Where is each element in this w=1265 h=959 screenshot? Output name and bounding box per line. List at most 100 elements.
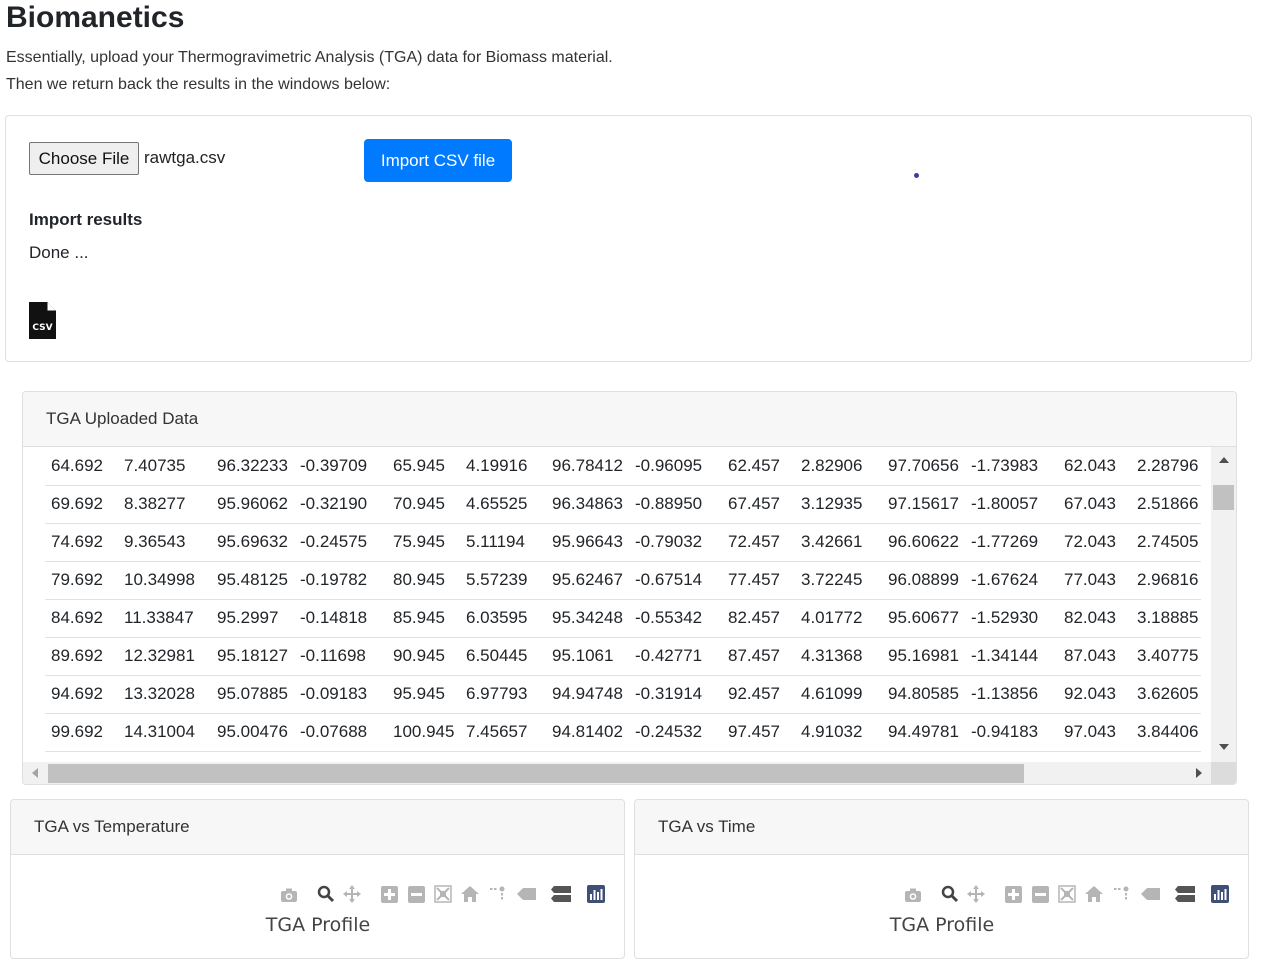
tga-vs-time-card: TGA vs Time TGA Profile xyxy=(634,799,1249,959)
table-cell: -0.24575 xyxy=(294,523,387,562)
hover-closest-icon[interactable] xyxy=(517,887,537,906)
table-cell: -1.13856 xyxy=(965,675,1058,714)
table-cell: -0.14818 xyxy=(294,599,387,638)
horizontal-scrollbar[interactable] xyxy=(23,762,1211,784)
table-cell: 7.40735 xyxy=(118,447,211,486)
table-cell: 72.043 xyxy=(1058,523,1131,562)
table-row: 99.692 14.31004 95.00476 -0.07688 100.945 7.4… xyxy=(45,713,1201,752)
scroll-up-arrow-icon[interactable] xyxy=(1219,457,1229,463)
import-results-heading: Import results xyxy=(29,210,143,229)
table-cell: 3.40775 xyxy=(1131,637,1201,676)
table-row: 69.692 8.38277 95.96062 -0.32190 70.945 4.655… xyxy=(45,485,1201,524)
table-cell: 14.31004 xyxy=(118,713,211,752)
zoom-out-icon[interactable] xyxy=(1032,886,1049,908)
table-cell: 5.57239 xyxy=(460,561,546,600)
table-row: 74.692 9.36543 95.69632 -0.24575 75.945 5.111… xyxy=(45,523,1201,562)
table-cell: 6.97793 xyxy=(460,675,546,714)
table-cell: 8.38277 xyxy=(118,485,211,524)
upload-card: Choose File rawtga.csv Import CSV file I… xyxy=(5,115,1252,362)
table-cell: 82.043 xyxy=(1058,599,1131,638)
camera-icon[interactable] xyxy=(904,887,922,908)
plot-modebar xyxy=(269,885,605,908)
spike-lines-icon[interactable] xyxy=(489,885,507,908)
scroll-right-arrow-icon[interactable] xyxy=(1196,768,1202,778)
table-cell: 95.16981 xyxy=(882,637,965,676)
table-cell: 95.2997 xyxy=(211,599,294,638)
scroll-left-arrow-icon[interactable] xyxy=(32,768,38,778)
table-cell: 79.692 xyxy=(45,561,118,600)
camera-icon[interactable] xyxy=(280,887,298,908)
table-cell: 67.457 xyxy=(722,485,795,524)
hover-closest-icon[interactable] xyxy=(1141,887,1161,906)
chart-card-header: TGA vs Temperature xyxy=(11,800,624,855)
scroll-down-arrow-icon[interactable] xyxy=(1219,744,1229,750)
table-cell: 94.94748 xyxy=(546,675,629,714)
zoom-in-icon[interactable] xyxy=(1005,886,1022,908)
table-cell: 72.457 xyxy=(722,523,795,562)
table-cell: -0.11698 xyxy=(294,637,387,676)
home-icon[interactable] xyxy=(461,886,479,907)
scrollbar-corner xyxy=(1211,762,1236,784)
plotly-logo-icon[interactable] xyxy=(587,885,605,908)
selected-file-name: rawtga.csv xyxy=(144,148,226,167)
hover-compare-icon[interactable] xyxy=(551,886,571,907)
table-cell: -0.24532 xyxy=(629,713,722,752)
intro-text: Essentially, upload your Thermogravimetr… xyxy=(6,44,613,98)
table-cell: 6.50445 xyxy=(460,637,546,676)
table-cell: 95.48125 xyxy=(211,561,294,600)
choose-file-button[interactable]: Choose File xyxy=(29,142,139,175)
table-cell: 75.945 xyxy=(387,523,460,562)
table-cell: 4.91032 xyxy=(795,713,882,752)
import-results-status: Done ... xyxy=(29,243,89,262)
table-cell: 95.1061 xyxy=(546,637,629,676)
table-cell: 96.32233 xyxy=(211,447,294,486)
table-cell: 3.12935 xyxy=(795,485,882,524)
plot-title: TGA Profile xyxy=(265,914,371,936)
spike-lines-icon[interactable] xyxy=(1113,885,1131,908)
pan-icon[interactable] xyxy=(343,885,361,908)
table-cell: 3.72245 xyxy=(795,561,882,600)
table-cell: 70.945 xyxy=(387,485,460,524)
zoom-icon[interactable] xyxy=(317,885,335,908)
table-cell: 4.61099 xyxy=(795,675,882,714)
horizontal-scroll-thumb[interactable] xyxy=(48,764,1024,783)
vertical-scrollbar[interactable] xyxy=(1211,447,1236,762)
tga-uploaded-data-card: TGA Uploaded Data 64.692 7.40735 96.32233-… xyxy=(22,391,1237,785)
page-title: Biomanetics xyxy=(6,1,185,34)
table-cell: 95.945 xyxy=(387,675,460,714)
plotly-logo-icon[interactable] xyxy=(1211,885,1229,908)
table-cell: 95.18127 xyxy=(211,637,294,676)
table-cell: -0.31914 xyxy=(629,675,722,714)
table-cell: 82.457 xyxy=(722,599,795,638)
table-cell: -0.19782 xyxy=(294,561,387,600)
data-table-viewport[interactable]: 64.692 7.40735 96.32233 -0.39709 65.945 4.199… xyxy=(23,447,1210,762)
home-icon[interactable] xyxy=(1085,886,1103,907)
table-row: 64.692 7.40735 96.32233 -0.39709 65.945 4.199… xyxy=(45,447,1201,486)
table-cell: 10.34998 xyxy=(118,561,211,600)
csv-file-icon[interactable]: CSV xyxy=(29,302,56,339)
zoom-in-icon[interactable] xyxy=(381,886,398,908)
intro-line-1: Essentially, upload your Thermogravimetr… xyxy=(6,49,613,66)
table-cell: 94.81402 xyxy=(546,713,629,752)
autoscale-icon[interactable] xyxy=(1058,885,1076,908)
hover-compare-icon[interactable] xyxy=(1175,886,1195,907)
import-csv-button[interactable]: Import CSV file xyxy=(364,139,512,182)
pan-icon[interactable] xyxy=(967,885,985,908)
table-row: 79.692 10.34998 95.48125 -0.19782 80.945 5.57… xyxy=(45,561,1201,600)
table-cell: 2.28796 xyxy=(1131,447,1201,486)
vertical-scroll-thumb[interactable] xyxy=(1213,485,1234,510)
table-cell: 4.31368 xyxy=(795,637,882,676)
zoom-out-icon[interactable] xyxy=(408,886,425,908)
table-cell: 95.69632 xyxy=(211,523,294,562)
autoscale-icon[interactable] xyxy=(434,885,452,908)
table-cell: 95.60677 xyxy=(882,599,965,638)
zoom-icon[interactable] xyxy=(941,885,959,908)
table-cell: -0.94183 xyxy=(965,713,1058,752)
table-cell: 2.96816 xyxy=(1131,561,1201,600)
table-cell: -0.42771 xyxy=(629,637,722,676)
table-cell: 2.74505 xyxy=(1131,523,1201,562)
table-cell: 95.00476 xyxy=(211,713,294,752)
table-cell: 80.945 xyxy=(387,561,460,600)
table-cell: 64.692 xyxy=(45,447,118,486)
table-cell: 4.65525 xyxy=(460,485,546,524)
